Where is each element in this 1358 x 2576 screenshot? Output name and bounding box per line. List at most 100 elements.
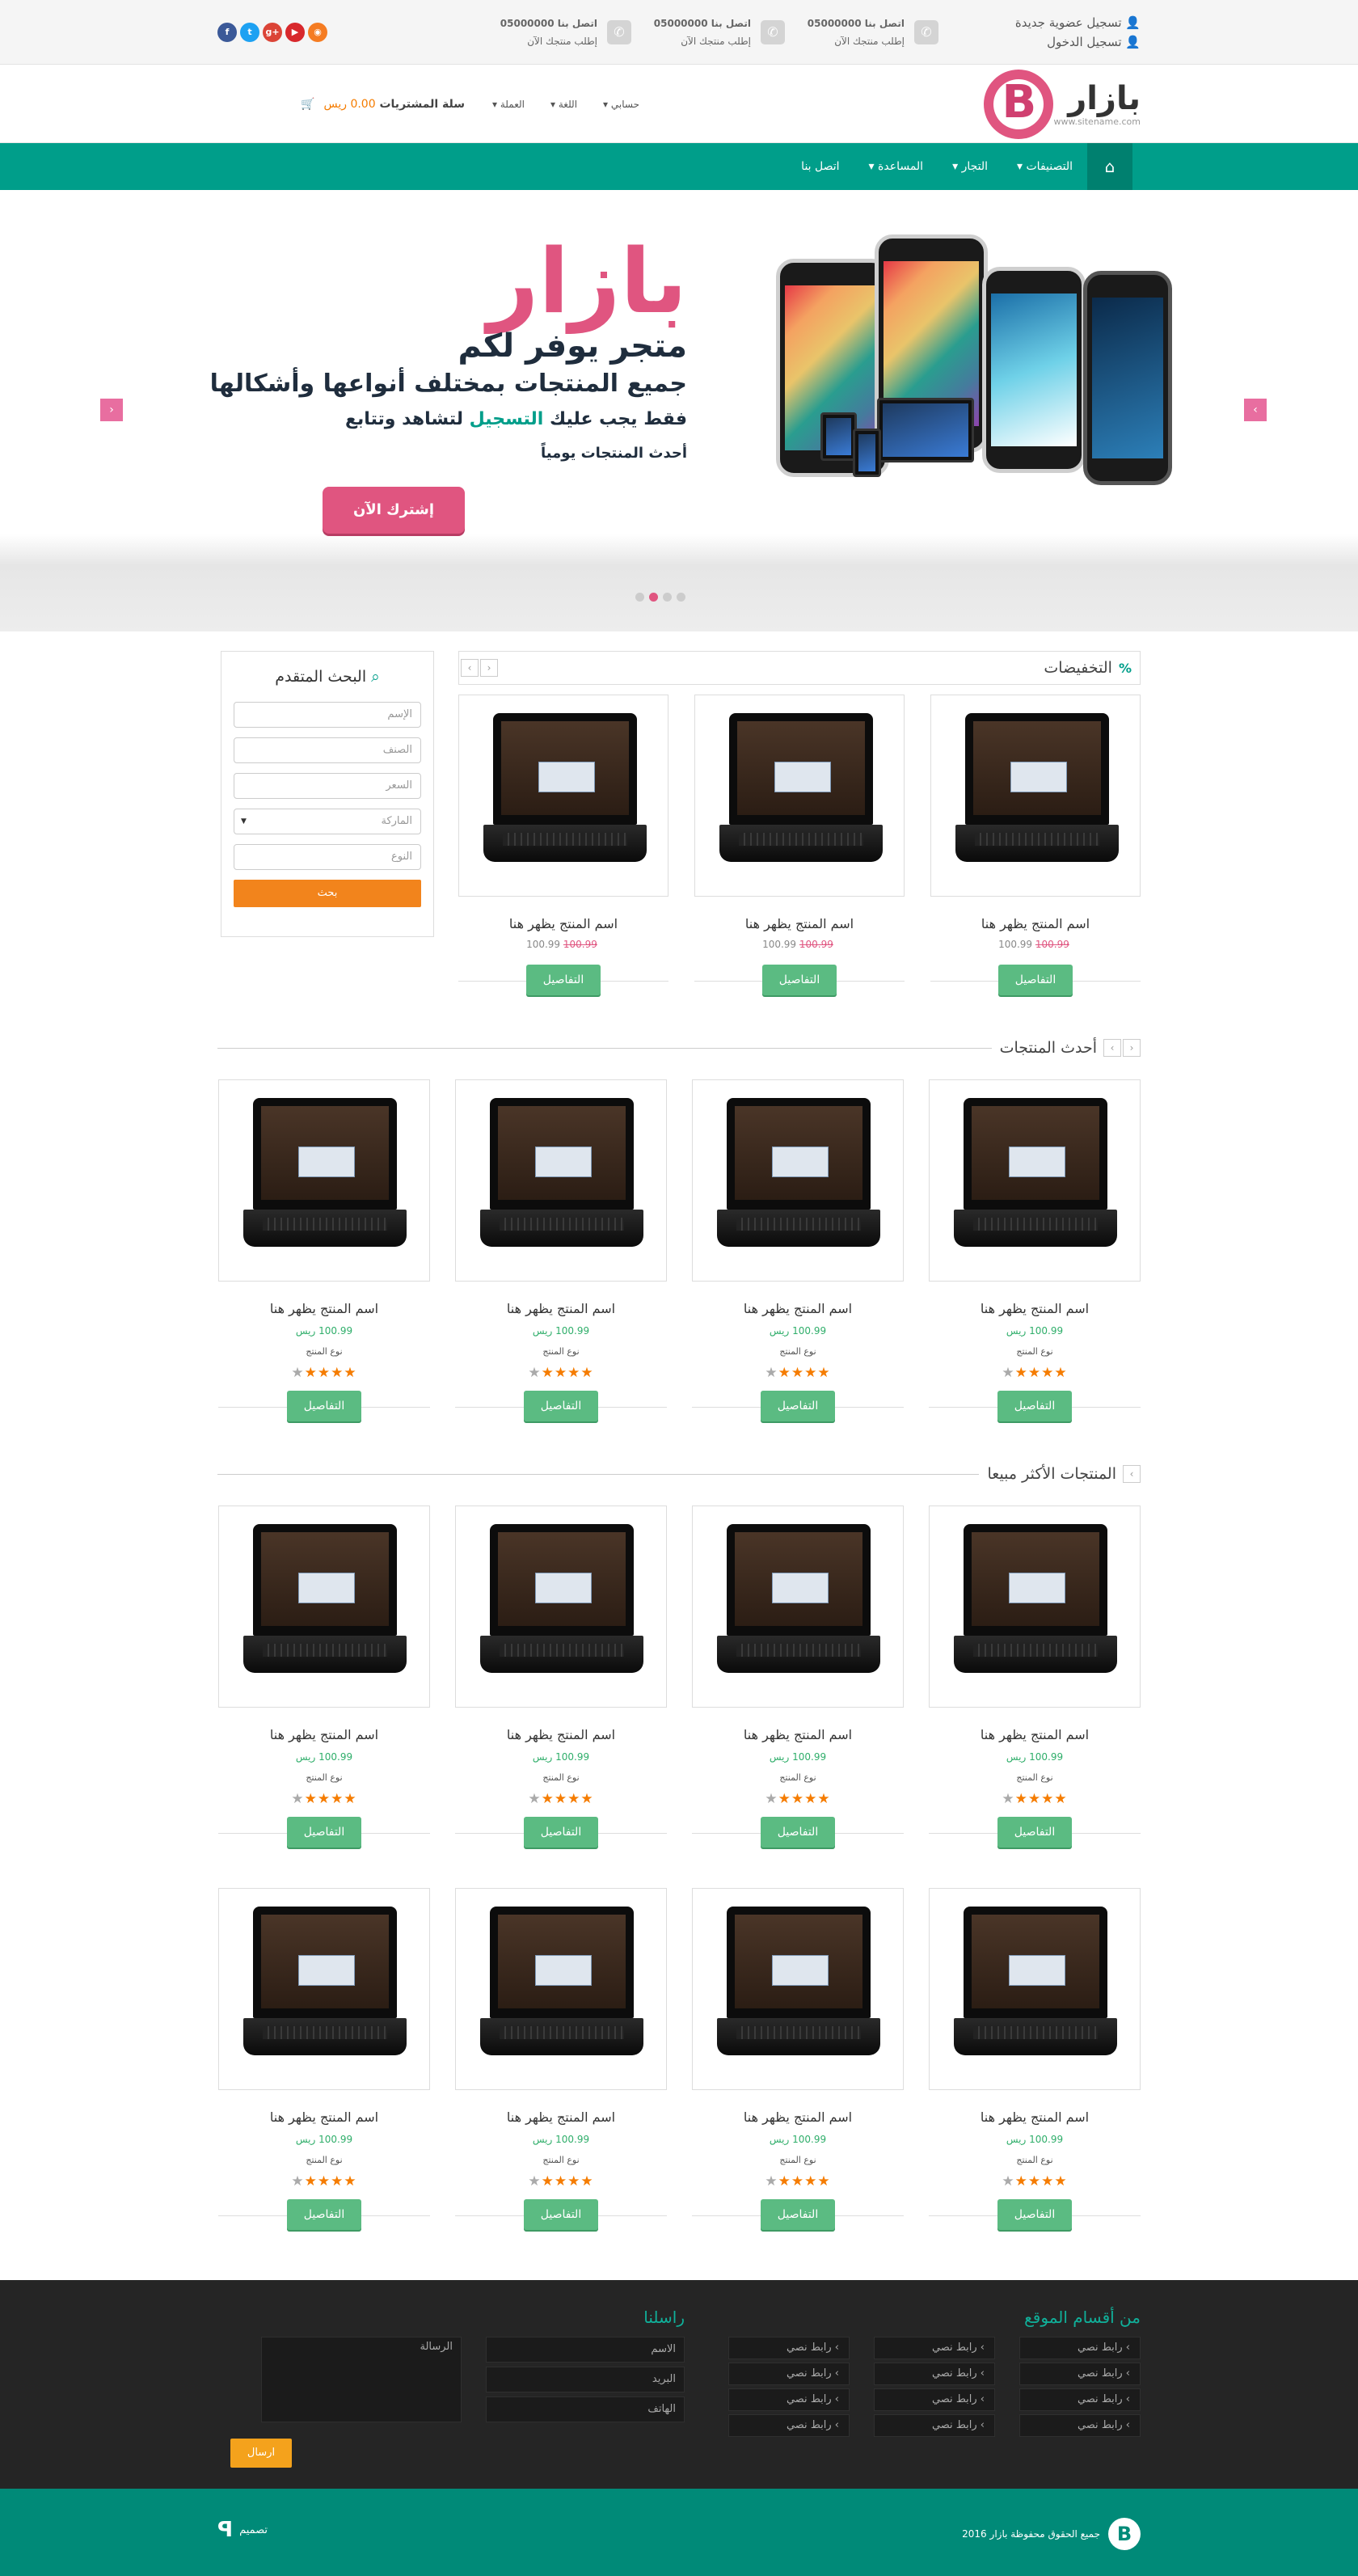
- carousel-prev-icon[interactable]: ‹: [461, 659, 479, 677]
- footer-link[interactable]: › رابط نصي: [728, 2414, 850, 2437]
- product-thumbnail[interactable]: [218, 1505, 430, 1708]
- slider-next-arrow-icon[interactable]: ›: [1244, 399, 1267, 421]
- search-category-input[interactable]: الصنف: [234, 737, 421, 763]
- carousel-prev-icon[interactable]: ‹: [1123, 1465, 1141, 1483]
- slider-dot[interactable]: [635, 593, 644, 602]
- currency-menu[interactable]: العملة ▾: [492, 99, 525, 110]
- product-name[interactable]: اسم المنتج يظهر هنا: [694, 916, 905, 932]
- details-button[interactable]: التفاصيل: [997, 1817, 1072, 1848]
- twitter-icon[interactable]: t: [240, 23, 259, 42]
- product-name[interactable]: اسم المنتج يظهر هنا: [455, 1727, 667, 1743]
- footer-link[interactable]: › رابط نصي: [1019, 2337, 1141, 2359]
- product-name[interactable]: اسم المنتج يظهر هنا: [929, 1727, 1141, 1743]
- home-icon[interactable]: ⌂: [1087, 143, 1132, 190]
- rss-icon[interactable]: ◉: [308, 23, 327, 42]
- hero-text: بازار متجر يوفر لكم جميع المنتجات بمختلف…: [210, 237, 687, 470]
- footer-link[interactable]: › رابط نصي: [1019, 2414, 1141, 2437]
- product-name[interactable]: اسم المنتج يظهر هنا: [218, 2109, 430, 2126]
- star-icon: ★: [291, 1791, 305, 1807]
- search-price-input[interactable]: السعر: [234, 773, 421, 799]
- language-menu[interactable]: اللغة ▾: [550, 99, 577, 110]
- search-name-input[interactable]: الإسم: [234, 702, 421, 728]
- product-name[interactable]: اسم المنتج يظهر هنا: [458, 916, 668, 932]
- designer-credit[interactable]: تصميم ꟼ: [217, 2518, 268, 2542]
- product-thumbnail[interactable]: [694, 695, 905, 897]
- slider-dot-active[interactable]: [649, 593, 658, 602]
- nav-categories[interactable]: التصنيفات ▾: [1002, 143, 1087, 190]
- details-button[interactable]: التفاصيل: [524, 1391, 598, 1421]
- details-button[interactable]: التفاصيل: [998, 965, 1073, 995]
- footer-email-field[interactable]: البريد: [486, 2367, 685, 2392]
- product-thumbnail[interactable]: [692, 1079, 904, 1282]
- nav-contact[interactable]: اتصل بنا: [787, 143, 854, 190]
- subscribe-button[interactable]: إشترك الآن: [323, 487, 465, 534]
- product-name[interactable]: اسم المنتج يظهر هنا: [455, 1301, 667, 1317]
- product-name[interactable]: اسم المنتج يظهر هنا: [218, 1301, 430, 1317]
- cart-link[interactable]: سلة المشتريات 0.00 ريس 🛒: [301, 98, 465, 111]
- details-button[interactable]: التفاصيل: [761, 1817, 835, 1848]
- product-thumbnail[interactable]: [218, 1888, 430, 2090]
- footer-link[interactable]: › رابط نصي: [728, 2337, 850, 2359]
- googleplus-icon[interactable]: g+: [263, 23, 282, 42]
- nav-help[interactable]: المساعدة ▾: [854, 143, 938, 190]
- facebook-icon[interactable]: f: [217, 23, 237, 42]
- slider-prev-arrow-icon[interactable]: ‹: [100, 399, 123, 421]
- slider-dot[interactable]: [663, 593, 672, 602]
- details-button[interactable]: التفاصيل: [761, 2199, 835, 2230]
- product-thumbnail[interactable]: [218, 1079, 430, 1282]
- nav-merchants[interactable]: التجار ▾: [938, 143, 1002, 190]
- search-brand-select[interactable]: الماركة ▼: [234, 809, 421, 834]
- product-thumbnail[interactable]: [929, 1079, 1141, 1282]
- footer-link[interactable]: › رابط نصي: [1019, 2363, 1141, 2385]
- product-thumbnail[interactable]: [455, 1888, 667, 2090]
- details-button[interactable]: التفاصيل: [526, 965, 601, 995]
- search-button[interactable]: بحث: [234, 880, 421, 907]
- product-name[interactable]: اسم المنتج يظهر هنا: [692, 1301, 904, 1317]
- carousel-next-icon[interactable]: ›: [1123, 1039, 1141, 1057]
- details-button[interactable]: التفاصيل: [997, 2199, 1072, 2230]
- product-thumbnail[interactable]: [929, 1505, 1141, 1708]
- footer-link[interactable]: › رابط نصي: [874, 2388, 995, 2411]
- footer-link[interactable]: › رابط نصي: [874, 2337, 995, 2359]
- account-menu[interactable]: حسابي ▾: [603, 99, 639, 110]
- details-button[interactable]: التفاصيل: [997, 1391, 1072, 1421]
- product-name[interactable]: اسم المنتج يظهر هنا: [692, 1727, 904, 1743]
- details-button[interactable]: التفاصيل: [761, 1391, 835, 1421]
- carousel-next-icon[interactable]: ›: [480, 659, 498, 677]
- details-button[interactable]: التفاصيل: [524, 1817, 598, 1848]
- product-name[interactable]: اسم المنتج يظهر هنا: [218, 1727, 430, 1743]
- footer-link[interactable]: › رابط نصي: [728, 2388, 850, 2411]
- details-button[interactable]: التفاصيل: [524, 2199, 598, 2230]
- product-thumbnail[interactable]: [692, 1505, 904, 1708]
- product-name[interactable]: اسم المنتج يظهر هنا: [929, 2109, 1141, 2126]
- product-thumbnail[interactable]: [930, 695, 1141, 897]
- details-button[interactable]: التفاصيل: [762, 965, 837, 995]
- product-thumbnail[interactable]: [458, 695, 668, 897]
- footer-link[interactable]: › رابط نصي: [874, 2363, 995, 2385]
- footer-phone-field[interactable]: الهاتف: [486, 2397, 685, 2422]
- product-name[interactable]: اسم المنتج يظهر هنا: [929, 1301, 1141, 1317]
- product-name[interactable]: اسم المنتج يظهر هنا: [692, 2109, 904, 2126]
- footer-message-field[interactable]: الرسالة: [261, 2337, 462, 2422]
- carousel-prev-icon[interactable]: ‹: [1103, 1039, 1121, 1057]
- product-thumbnail[interactable]: [455, 1079, 667, 1282]
- footer-name-field[interactable]: الاسم: [486, 2337, 685, 2363]
- login-link[interactable]: 👤 تسجيل الدخول: [1047, 32, 1141, 52]
- details-button[interactable]: التفاصيل: [287, 1391, 361, 1421]
- footer-link[interactable]: › رابط نصي: [1019, 2388, 1141, 2411]
- slider-dot[interactable]: [677, 593, 685, 602]
- details-button[interactable]: التفاصيل: [287, 2199, 361, 2230]
- product-name[interactable]: اسم المنتج يظهر هنا: [930, 916, 1141, 932]
- send-button[interactable]: ارسال: [230, 2439, 292, 2468]
- search-type-input[interactable]: النوع: [234, 844, 421, 870]
- logo[interactable]: بازار www.sitename.com B: [963, 69, 1141, 139]
- product-thumbnail[interactable]: [455, 1505, 667, 1708]
- register-link[interactable]: 👤 تسجيل عضوية جديدة: [1015, 13, 1141, 32]
- product-thumbnail[interactable]: [929, 1888, 1141, 2090]
- product-thumbnail[interactable]: [692, 1888, 904, 2090]
- footer-link[interactable]: › رابط نصي: [728, 2363, 850, 2385]
- details-button[interactable]: التفاصيل: [287, 1817, 361, 1848]
- youtube-icon[interactable]: ▶: [285, 23, 305, 42]
- product-name[interactable]: اسم المنتج يظهر هنا: [455, 2109, 667, 2126]
- footer-link[interactable]: › رابط نصي: [874, 2414, 995, 2437]
